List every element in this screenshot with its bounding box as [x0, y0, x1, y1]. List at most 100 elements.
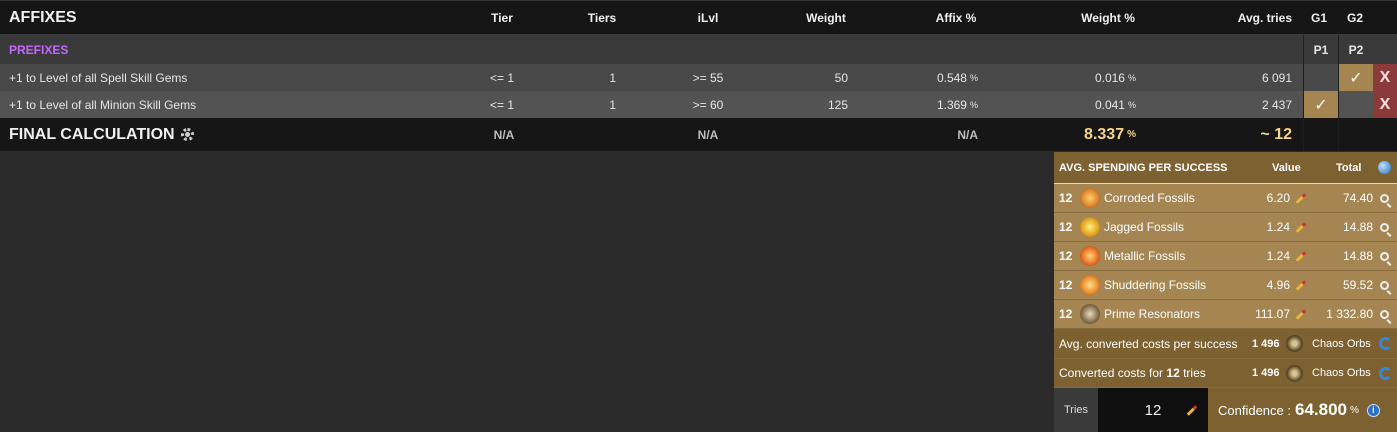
- affix-name: +1 to Level of all Spell Skill Gems: [9, 70, 188, 85]
- affix-tiers: 1: [609, 97, 616, 112]
- spending-item: 12 Metallic Fossils 1.24 14.88: [1054, 242, 1397, 271]
- item-name: Metallic Fossils: [1104, 249, 1186, 263]
- item-value: 1.24: [1267, 213, 1307, 241]
- pencil-icon[interactable]: [1186, 404, 1198, 416]
- final-g1-cell: [1303, 118, 1338, 151]
- item-value: 1.24: [1267, 242, 1307, 270]
- col-weight-pct[interactable]: Weight %: [1066, 1, 1150, 34]
- item-value: 6.20: [1267, 184, 1307, 212]
- refresh-icon[interactable]: [1379, 359, 1392, 387]
- weight-pct-number: 0.041: [1094, 97, 1125, 112]
- affix-row[interactable]: +1 to Level of all Spell Skill Gems <= 1…: [0, 64, 1397, 91]
- pencil-icon[interactable]: [1295, 221, 1307, 233]
- globe-icon[interactable]: [1378, 152, 1391, 183]
- metallic-fossil-icon: [1080, 242, 1100, 270]
- corroded-fossil-icon: [1080, 184, 1100, 212]
- item-total: 1 332.80: [1326, 307, 1373, 321]
- remove-affix-button[interactable]: X: [1373, 64, 1397, 91]
- magnifier-icon[interactable]: [1380, 242, 1389, 270]
- chaos-orb-icon: [1286, 329, 1303, 358]
- affix-ilvl: >= 60: [692, 97, 724, 112]
- final-avg-tries: ~ 12: [1260, 125, 1292, 143]
- col-g1: G1: [1310, 10, 1327, 25]
- prefixes-title: PREFIXES: [9, 42, 69, 57]
- affix-avg-tries: 2 437: [1261, 97, 1292, 112]
- magnifier-icon[interactable]: [1380, 271, 1389, 299]
- col-tier[interactable]: Tier: [470, 1, 534, 34]
- jagged-fossil-icon: [1080, 213, 1100, 241]
- item-name: Jagged Fossils: [1104, 220, 1185, 234]
- shuddering-fossil-icon: [1080, 271, 1100, 299]
- item-value-text: 111.07: [1255, 307, 1290, 321]
- spending-item: 12 Shuddering Fossils 4.96 59.52: [1054, 271, 1397, 300]
- pct-symbol: %: [1350, 404, 1359, 416]
- pencil-icon[interactable]: [1295, 192, 1307, 204]
- col-g2: G2: [1346, 10, 1363, 25]
- g1-toggle[interactable]: [1303, 64, 1338, 91]
- affixes-title: AFFIXES: [9, 8, 77, 26]
- info-icon[interactable]: i: [1366, 403, 1380, 417]
- gear-icon[interactable]: [180, 128, 194, 141]
- final-ilvl: N/A: [697, 127, 719, 142]
- currency-label: Chaos Orbs: [1312, 367, 1371, 379]
- weight-pct-value: 0.016%: [1050, 64, 1136, 91]
- avg-converted-row: Avg. converted costs per success 1 496 C…: [1054, 329, 1397, 359]
- avg-converted-value: 1 496: [1252, 337, 1280, 350]
- converted-for-row: Converted costs for 12 tries 1 496 Chaos…: [1054, 359, 1397, 388]
- col-tiers[interactable]: Tiers: [570, 1, 634, 34]
- spending-item: 12 Corroded Fossils 6.20 74.40: [1054, 184, 1397, 213]
- col-weight[interactable]: Weight: [794, 1, 858, 34]
- pct-symbol: %: [969, 99, 978, 110]
- col-affix-pct[interactable]: Affix %: [920, 1, 992, 34]
- value-header: Value: [1272, 161, 1301, 174]
- item-value-text: 4.96: [1266, 278, 1290, 292]
- affix-avg-tries: 6 091: [1261, 70, 1292, 85]
- pct-symbol: %: [969, 72, 978, 83]
- prefixes-section-row: PREFIXES P1 P2: [0, 35, 1397, 64]
- spending-item: 12 Prime Resonators 111.07 1 332.80: [1054, 300, 1397, 329]
- pencil-icon[interactable]: [1295, 279, 1307, 291]
- magnifier-icon[interactable]: [1380, 300, 1389, 328]
- avg-converted-label: Avg. converted costs per success: [1059, 336, 1238, 351]
- affix-ilvl: >= 55: [692, 70, 724, 85]
- check-icon: ✓: [1314, 96, 1328, 114]
- col-avg-tries[interactable]: Avg. tries: [1210, 1, 1292, 34]
- item-qty: 12: [1059, 307, 1073, 321]
- pencil-icon[interactable]: [1295, 250, 1307, 262]
- affix-tier: <= 1: [489, 70, 515, 85]
- close-icon: X: [1379, 68, 1391, 86]
- final-calculation-title: FINAL CALCULATION: [9, 118, 194, 151]
- magnifier-icon[interactable]: [1380, 184, 1389, 212]
- item-value-text: 6.20: [1266, 191, 1290, 205]
- affix-row[interactable]: +1 to Level of all Minion Skill Gems <= …: [0, 91, 1397, 118]
- tries-confidence-bar: Tries 12 Confidence : 64.800 % i: [1054, 388, 1397, 432]
- g1-toggle-checked[interactable]: ✓: [1303, 91, 1338, 118]
- final-tier: N/A: [493, 127, 515, 142]
- magnifier-icon[interactable]: [1380, 213, 1389, 241]
- tries-value: 12: [1144, 401, 1162, 419]
- tries-label: Tries: [1054, 388, 1098, 432]
- prime-resonator-icon: [1080, 300, 1100, 328]
- chaos-orb-icon: [1286, 359, 1303, 387]
- item-qty: 12: [1059, 249, 1073, 263]
- remove-affix-button[interactable]: X: [1373, 91, 1397, 118]
- refresh-icon[interactable]: [1379, 329, 1392, 358]
- tries-input[interactable]: 12: [1098, 388, 1208, 432]
- final-g2-cell: [1338, 118, 1373, 151]
- spending-item: 12 Jagged Fossils 1.24 14.88: [1054, 213, 1397, 242]
- item-qty: 12: [1059, 191, 1073, 205]
- item-name: Corroded Fossils: [1104, 191, 1195, 205]
- item-name: Shuddering Fossils: [1104, 278, 1207, 292]
- affix-weight: 125: [827, 97, 848, 112]
- affix-pct-value: 1.369%: [890, 91, 978, 118]
- converted-for-prefix: Converted costs for: [1059, 366, 1164, 380]
- converted-for-suffix: tries: [1183, 366, 1206, 380]
- item-total: 74.40: [1342, 191, 1373, 205]
- pct-symbol: %: [1127, 99, 1136, 110]
- pencil-icon[interactable]: [1295, 308, 1307, 320]
- item-value: 4.96: [1267, 271, 1307, 299]
- g2-toggle[interactable]: [1338, 91, 1373, 118]
- col-ilvl[interactable]: iLvl: [676, 1, 740, 34]
- weight-pct-value: 0.041%: [1050, 91, 1136, 118]
- g2-toggle-checked[interactable]: ✓: [1338, 64, 1373, 91]
